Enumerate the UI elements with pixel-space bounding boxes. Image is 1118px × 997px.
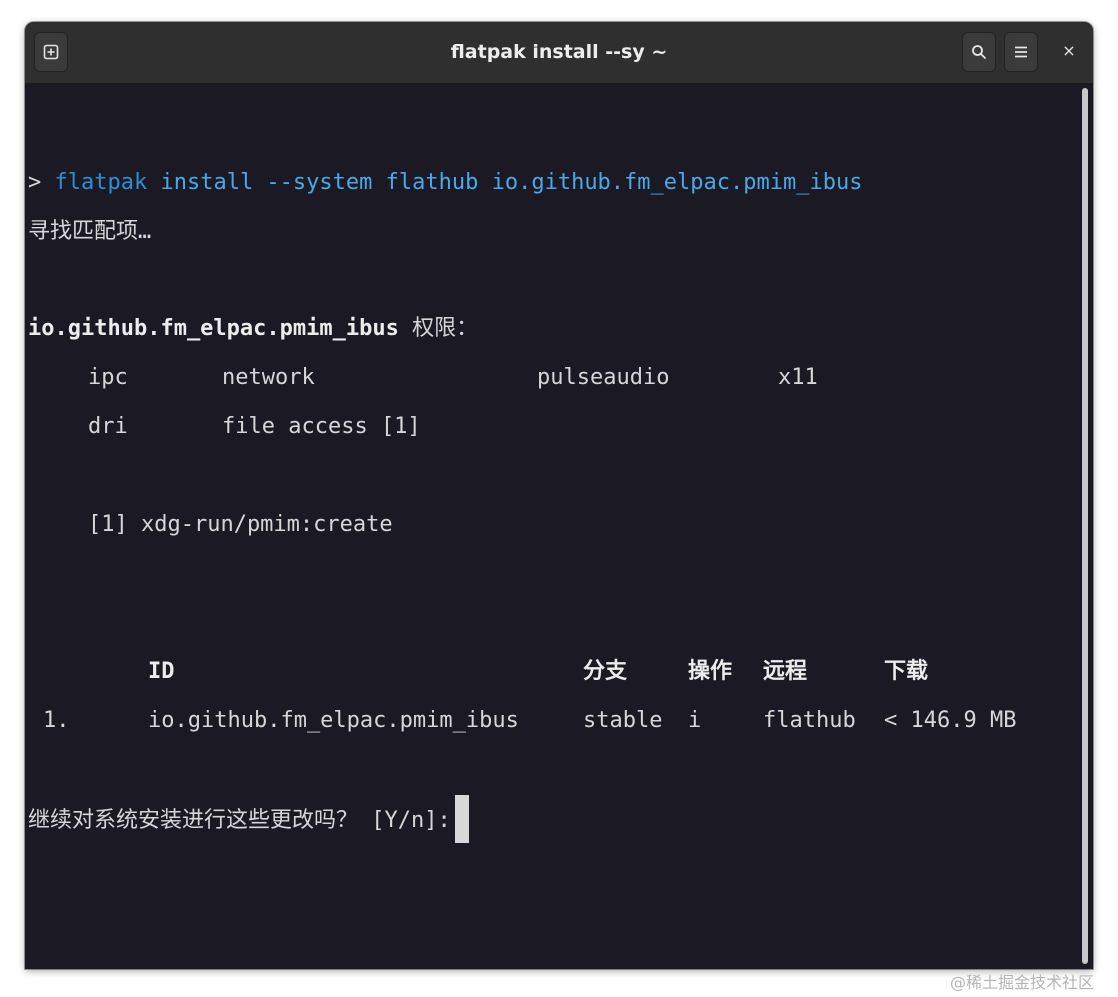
search-icon bbox=[972, 45, 987, 60]
permissions-app-id: io.github.fm_elpac.pmim_ibus bbox=[28, 316, 399, 341]
table-header-remote: 远程 bbox=[763, 659, 808, 684]
table-header-op: 操作 bbox=[688, 659, 733, 684]
new-tab-icon bbox=[43, 44, 59, 60]
row-id: io.github.fm_elpac.pmim_ibus bbox=[148, 708, 519, 733]
table-header-id: ID bbox=[148, 659, 175, 684]
command-args: install --system flathub io.github.fm_el… bbox=[160, 170, 863, 195]
permissions-heading: io.github.fm_elpac.pmim_ibus 权限： bbox=[28, 314, 478, 344]
row-download: < 146.9 MB bbox=[884, 708, 1017, 733]
search-button[interactable] bbox=[962, 32, 996, 72]
permission-item: file access [1] bbox=[222, 414, 421, 439]
permission-item: x11 bbox=[778, 365, 818, 390]
command-word: flatpak bbox=[54, 170, 148, 195]
terminal-window: flatpak install --sy ~ × > flatpak insta… bbox=[25, 22, 1093, 969]
permission-item: ipc bbox=[88, 365, 128, 390]
text-cursor bbox=[454, 795, 469, 843]
menu-button[interactable] bbox=[1004, 32, 1038, 72]
row-op: i bbox=[688, 708, 702, 733]
row-branch: stable bbox=[583, 708, 663, 733]
row-index: 1. bbox=[43, 708, 70, 733]
prompt-symbol: > bbox=[28, 170, 42, 195]
command-line: > flatpak install --system flathub io.gi… bbox=[28, 168, 862, 198]
header-bar: flatpak install --sy ~ × bbox=[25, 22, 1093, 84]
window-title: flatpak install --sy ~ bbox=[450, 41, 668, 63]
searching-line: 寻找匹配项… bbox=[28, 219, 152, 244]
footnote-line: [1] xdg-run/pmim:create bbox=[88, 512, 393, 537]
watermark: @稀土掘金技术社区 bbox=[950, 973, 1095, 992]
permission-item: dri bbox=[88, 414, 128, 439]
confirm-line[interactable]: 继续对系统安装进行这些更改吗？ [Y/n]: bbox=[28, 795, 469, 846]
terminal-output[interactable]: > flatpak install --system flathub io.gi… bbox=[25, 84, 1077, 969]
confirm-prompt: 继续对系统安装进行这些更改吗？ [Y/n]: bbox=[28, 808, 451, 833]
close-button[interactable]: × bbox=[1054, 36, 1084, 66]
permissions-label: 权限： bbox=[412, 316, 479, 341]
table-header-branch: 分支 bbox=[583, 659, 628, 684]
permission-item: network bbox=[222, 365, 315, 390]
scrollbar[interactable] bbox=[1082, 88, 1088, 964]
row-remote: flathub bbox=[763, 708, 856, 733]
hamburger-menu-icon bbox=[1015, 46, 1027, 58]
new-tab-button[interactable] bbox=[34, 32, 68, 72]
table-header-download: 下载 bbox=[884, 659, 929, 684]
permission-item: pulseaudio bbox=[537, 365, 670, 390]
